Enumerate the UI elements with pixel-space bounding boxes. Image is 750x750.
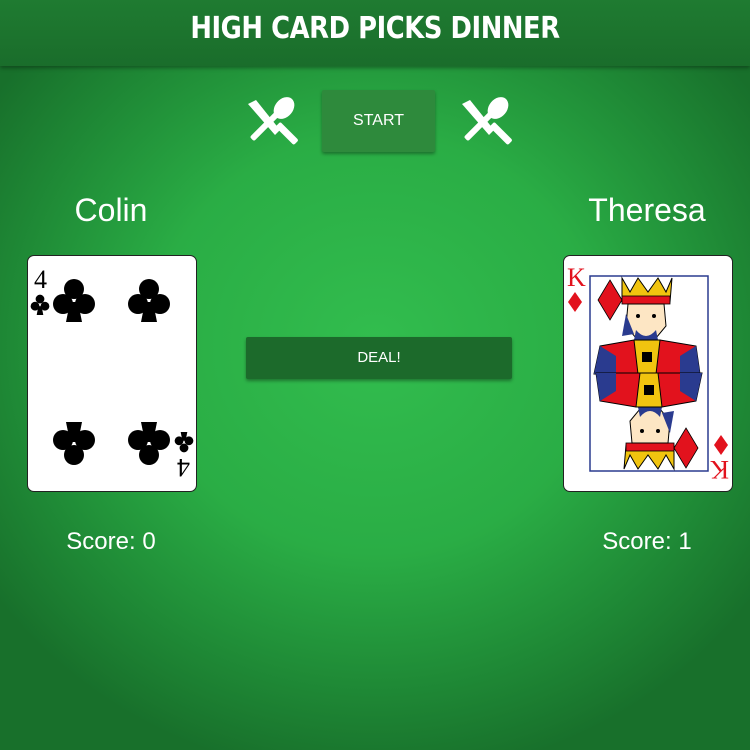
start-button[interactable]: START xyxy=(322,90,435,152)
svg-text:4: 4 xyxy=(177,453,190,482)
header-bar: HIGH CARD PICKS DINNER xyxy=(0,0,750,66)
playing-card-king-of-diamonds: K K xyxy=(563,255,733,492)
svg-text:K: K xyxy=(567,263,586,292)
player-name-colin: Colin xyxy=(74,192,148,228)
svg-text:4: 4 xyxy=(34,265,47,294)
fork-knife-crossed-icon xyxy=(242,94,302,154)
player-name-theresa: Theresa xyxy=(588,192,706,228)
deal-button[interactable]: DEAL! xyxy=(246,337,512,379)
svg-text:K: K xyxy=(710,455,729,484)
fork-knife-crossed-icon xyxy=(456,94,516,154)
score-colin: Score: 0 xyxy=(66,528,156,555)
playing-card-four-of-clubs: 4 4 xyxy=(27,255,197,492)
score-theresa: Score: 1 xyxy=(602,528,692,555)
page-title: HIGH CARD PICKS DINNER xyxy=(190,11,560,46)
